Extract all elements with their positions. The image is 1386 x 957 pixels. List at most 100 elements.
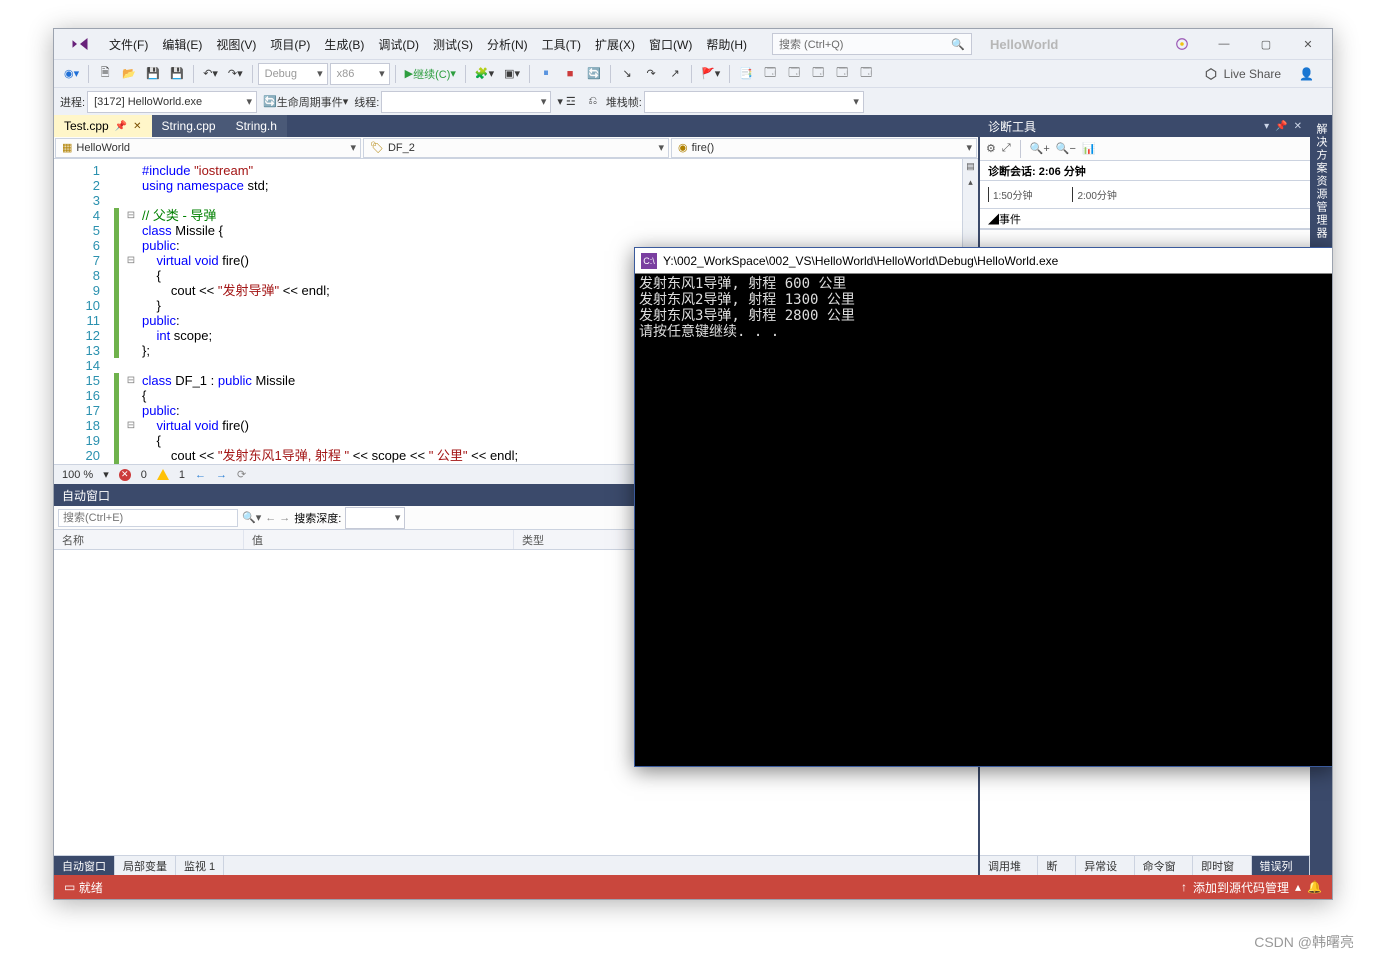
expand-icon[interactable]: ⤢ (1002, 142, 1011, 155)
config-combo[interactable]: Debug (258, 63, 328, 85)
menu-item[interactable]: 工具(T) (535, 36, 588, 54)
autos-icon[interactable]: 🗔 (759, 63, 781, 85)
search-box[interactable]: 搜索 (Ctrl+Q) 🔍 (772, 33, 972, 55)
pause-icon[interactable]: ⏸ (535, 63, 557, 85)
menu-item[interactable]: 扩展(X) (588, 36, 642, 54)
maximize-button[interactable]: ▢ (1246, 32, 1286, 56)
new-project-icon[interactable]: 🗎 (94, 63, 116, 85)
redo-icon[interactable]: ↷▾ (224, 63, 247, 85)
minimize-button[interactable]: — (1204, 32, 1244, 56)
file-tabs: Test.cpp📌✕String.cppString.h (54, 115, 978, 137)
menu-item[interactable]: 文件(F) (102, 36, 155, 54)
panel-tab[interactable]: 监视 1 (176, 856, 224, 875)
autos-depth-combo[interactable] (345, 507, 405, 529)
panel-tab[interactable]: 即时窗口 (1193, 856, 1251, 875)
panel-tab[interactable]: 调用堆栈 (980, 856, 1038, 875)
nav-member-combo[interactable]: ◉fire() (671, 138, 977, 158)
next-issue-icon[interactable]: → (216, 469, 227, 481)
menu-item[interactable]: 项目(P) (263, 36, 317, 54)
notifications-icon[interactable] (1162, 32, 1202, 56)
stackframe-combo[interactable] (644, 91, 864, 113)
watermark: CSDN @韩曙亮 (0, 928, 1386, 952)
diagnostics-toolbar: ⚙ ⤢ 🔍+ 🔍− 📊 (980, 137, 1310, 161)
live-share-button[interactable]: Live Share 👤 (1204, 67, 1326, 81)
menu-item[interactable]: 调试(D) (371, 36, 426, 54)
navigation-bar: ▦HelloWorld 🏷DF_2 ◉fire() (54, 137, 978, 159)
open-file-icon[interactable]: 📂 (118, 63, 140, 85)
restart-icon[interactable]: 🔄 (583, 63, 605, 85)
stack-icon[interactable]: ⎌ (582, 91, 604, 113)
thread-label: 线程: (354, 94, 379, 110)
toggle-bp-icon[interactable]: 🚩▾ (697, 63, 724, 85)
breakpoints-icon[interactable]: 🗔 (831, 63, 853, 85)
thread-combo[interactable] (381, 91, 551, 113)
menu-item[interactable]: 编辑(E) (155, 36, 209, 54)
undo-icon[interactable]: ↶▾ (199, 63, 222, 85)
step-out-icon[interactable]: ↗ (664, 63, 686, 85)
menu-item[interactable]: 窗口(W) (642, 36, 699, 54)
file-tab[interactable]: Test.cpp📌✕ (54, 115, 152, 137)
panel-tab[interactable]: 局部变量 (115, 856, 176, 875)
console-window[interactable]: C:\ Y:\002_WorkSpace\002_VS\HelloWorld\H… (634, 247, 1333, 767)
autos-search-input[interactable] (58, 509, 238, 527)
console-title-text: Y:\002_WorkSpace\002_VS\HelloWorld\Hello… (663, 254, 1058, 268)
menu-item[interactable]: 测试(S) (426, 36, 480, 54)
file-tab[interactable]: String.h (226, 115, 287, 137)
panel-tab[interactable]: 错误列表 (1252, 856, 1310, 875)
autos-col-header[interactable]: 名称 (54, 530, 244, 549)
hex-icon[interactable]: 📑 (735, 63, 757, 85)
panel-tab[interactable]: 异常设置 (1076, 856, 1134, 875)
error-count-icon[interactable]: ✕ (119, 469, 131, 481)
notifications-status-icon[interactable]: 🔔 (1307, 880, 1322, 894)
stop-icon[interactable]: ■ (559, 63, 581, 85)
zoom-in-icon[interactable]: 🔍+ (1030, 142, 1050, 155)
output-icon[interactable]: 🗔 (855, 63, 877, 85)
menu-item[interactable]: 帮助(H) (699, 36, 754, 54)
add-source-control[interactable]: 添加到源代码管理 (1193, 879, 1289, 896)
menu-item[interactable]: 视图(V) (209, 36, 263, 54)
panel-tab[interactable]: 自动窗口 (54, 856, 115, 875)
warning-count-icon[interactable] (157, 469, 169, 480)
gear-icon[interactable]: ⚙ (986, 142, 996, 155)
debug-toolbar: 进程: [3172] HelloWorld.exe 🔄 生命周期事件 ▾ 线程:… (54, 87, 1332, 115)
menu-item[interactable]: 生成(B) (317, 36, 371, 54)
window-controls: — ▢ ✕ (1162, 32, 1328, 56)
panel-tab[interactable]: 断点 (1038, 856, 1076, 875)
locals-icon[interactable]: 🗔 (783, 63, 805, 85)
reset-view-icon[interactable]: 📊 (1082, 142, 1096, 155)
panel-tab[interactable]: 命令窗口 (1135, 856, 1193, 875)
close-icon[interactable]: ✕ (1294, 121, 1302, 132)
process-combo[interactable]: [3172] HelloWorld.exe (87, 91, 257, 113)
scroll-split-icon[interactable]: ▤ (963, 159, 978, 175)
save-icon[interactable]: 💾 (142, 63, 164, 85)
status-ready: 就绪 (79, 879, 103, 896)
step-over-icon[interactable]: ↷ (640, 63, 662, 85)
menu-item[interactable]: 分析(N) (480, 36, 535, 54)
diag-timeline[interactable]: 1:50分钟 2:00分钟 (980, 181, 1310, 209)
save-all-icon[interactable]: 💾 (166, 63, 188, 85)
nav-scope-combo[interactable]: ▦HelloWorld (55, 138, 361, 158)
zoom-level[interactable]: 100 % (62, 469, 93, 481)
diag-events-label[interactable]: ◢事件 (980, 209, 1310, 229)
console-output[interactable]: 发射东风1导弹, 射程 600 公里 发射东风2导弹, 射程 1300 公里 发… (635, 274, 1333, 766)
lifecycle-icon[interactable]: 🔄 生命周期事件 ▾ (259, 91, 352, 113)
prev-issue-icon[interactable]: ← (195, 469, 206, 481)
step-into-icon[interactable]: ↘ (616, 63, 638, 85)
console-titlebar[interactable]: C:\ Y:\002_WorkSpace\002_VS\HelloWorld\H… (635, 248, 1333, 274)
close-button[interactable]: ✕ (1288, 32, 1328, 56)
fold-margin[interactable]: ⊟⊟⊟⊟⊟⊟ (124, 159, 138, 464)
debug-window-icon[interactable]: ▣▾ (500, 63, 524, 85)
nav-class-combo[interactable]: 🏷DF_2 (363, 138, 669, 158)
filter-icon[interactable]: ▾ ☲ (553, 91, 579, 113)
continue-button[interactable]: ▶ 继续(C) ▾ (401, 63, 460, 85)
line-number-gutter: 1234567891011121314151617181920212223242… (54, 159, 110, 464)
zoom-out-icon[interactable]: 🔍− (1056, 142, 1076, 155)
autos-col-header[interactable]: 值 (244, 530, 514, 549)
back-nav-icon[interactable]: ◉▾ (60, 63, 83, 85)
file-tab[interactable]: String.cpp (152, 115, 226, 137)
watch-icon[interactable]: 🗔 (807, 63, 829, 85)
platform-combo[interactable]: x86 (330, 63, 390, 85)
debug-target-icon[interactable]: 🧩▾ (471, 63, 498, 85)
pin-icon[interactable]: 📌 (1275, 121, 1287, 132)
diagnostics-header[interactable]: 诊断工具 ▾📌✕ (980, 115, 1310, 137)
